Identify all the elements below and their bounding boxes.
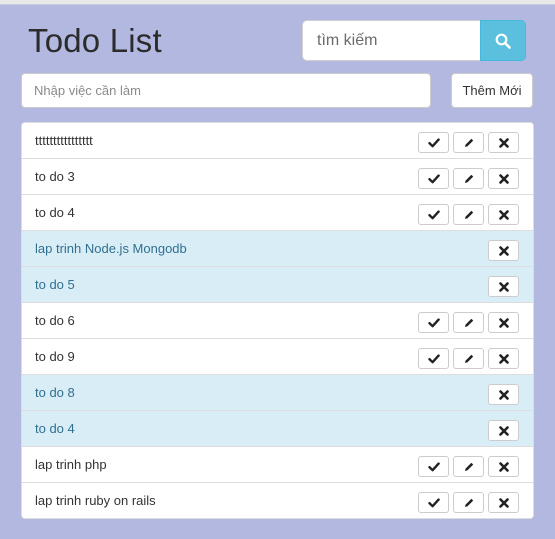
close-icon	[498, 173, 509, 184]
search-input[interactable]	[302, 20, 480, 61]
close-icon	[498, 209, 509, 220]
delete-button[interactable]	[488, 456, 519, 477]
check-icon	[427, 137, 440, 147]
delete-button[interactable]	[488, 204, 519, 225]
pencil-icon	[464, 174, 473, 183]
close-icon	[498, 317, 509, 328]
edit-button[interactable]	[453, 492, 484, 513]
search-button[interactable]	[480, 20, 526, 61]
page-title: Todo List	[28, 22, 162, 59]
todo-item-text: lap trinh php	[35, 457, 107, 472]
check-icon	[427, 317, 440, 327]
todo-item-actions	[418, 168, 519, 189]
todo-item: tttttttttttttttt	[22, 123, 533, 158]
delete-button[interactable]	[488, 312, 519, 333]
pencil-icon	[464, 318, 473, 327]
close-icon	[498, 461, 509, 472]
todo-item: lap trinh Node.js Mongodb	[22, 230, 533, 266]
check-icon	[427, 173, 440, 183]
todo-item-text: lap trinh ruby on rails	[35, 493, 156, 508]
complete-button[interactable]	[418, 132, 449, 153]
complete-button[interactable]	[418, 168, 449, 189]
complete-button[interactable]	[418, 492, 449, 513]
todo-item-actions	[488, 276, 519, 297]
todo-item-text: to do 9	[35, 349, 75, 364]
new-task-input[interactable]	[21, 73, 431, 108]
todo-item: to do 3	[22, 158, 533, 194]
pencil-icon	[464, 354, 473, 363]
close-icon	[498, 389, 509, 400]
close-icon	[498, 137, 509, 148]
delete-button[interactable]	[488, 492, 519, 513]
check-icon	[427, 353, 440, 363]
close-icon	[498, 245, 509, 256]
todo-item: to do 8	[22, 374, 533, 410]
pencil-icon	[464, 138, 473, 147]
todo-item-actions	[418, 492, 519, 513]
todo-item: to do 5	[22, 266, 533, 302]
todo-item-text: tttttttttttttttt	[35, 133, 93, 148]
delete-button[interactable]	[488, 240, 519, 261]
todo-item: to do 6	[22, 302, 533, 338]
todo-item-text: to do 5	[35, 277, 75, 292]
pencil-icon	[464, 498, 473, 507]
check-icon	[427, 497, 440, 507]
todo-item-actions	[488, 420, 519, 441]
check-icon	[427, 209, 440, 219]
todo-item: to do 9	[22, 338, 533, 374]
todo-item: to do 4	[22, 410, 533, 446]
edit-button[interactable]	[453, 132, 484, 153]
pencil-icon	[464, 462, 473, 471]
todo-item-actions	[418, 456, 519, 477]
complete-button[interactable]	[418, 456, 449, 477]
delete-button[interactable]	[488, 420, 519, 441]
delete-button[interactable]	[488, 348, 519, 369]
edit-button[interactable]	[453, 312, 484, 333]
close-icon	[498, 281, 509, 292]
todo-item: lap trinh php	[22, 446, 533, 482]
close-icon	[498, 353, 509, 364]
close-icon	[498, 497, 509, 508]
todo-item-actions	[488, 240, 519, 261]
search-group	[302, 20, 526, 61]
todo-item-actions	[418, 132, 519, 153]
todo-item-text: to do 4	[35, 205, 75, 220]
edit-button[interactable]	[453, 204, 484, 225]
complete-button[interactable]	[418, 204, 449, 225]
complete-button[interactable]	[418, 312, 449, 333]
todo-item: to do 4	[22, 194, 533, 230]
add-task-button[interactable]: Thêm Mới	[451, 73, 533, 108]
todo-list: tttttttttttttttt to do 3 to do 4 lap trinh …	[21, 122, 534, 519]
todo-item: lap trinh ruby on rails	[22, 482, 533, 518]
todo-item-text: lap trinh Node.js Mongodb	[35, 241, 187, 256]
delete-button[interactable]	[488, 132, 519, 153]
complete-button[interactable]	[418, 348, 449, 369]
pencil-icon	[464, 210, 473, 219]
edit-button[interactable]	[453, 456, 484, 477]
edit-button[interactable]	[453, 168, 484, 189]
todo-item-actions	[418, 204, 519, 225]
delete-button[interactable]	[488, 276, 519, 297]
delete-button[interactable]	[488, 384, 519, 405]
todo-item-text: to do 6	[35, 313, 75, 328]
todo-item-actions	[418, 348, 519, 369]
edit-button[interactable]	[453, 348, 484, 369]
todo-item-actions	[418, 312, 519, 333]
todo-item-text: to do 8	[35, 385, 75, 400]
todo-item-actions	[488, 384, 519, 405]
delete-button[interactable]	[488, 168, 519, 189]
todo-item-text: to do 3	[35, 169, 75, 184]
todo-item-text: to do 4	[35, 421, 75, 436]
close-icon	[498, 425, 509, 436]
window-top-edge	[0, 0, 555, 5]
check-icon	[427, 461, 440, 471]
search-icon	[495, 33, 511, 49]
